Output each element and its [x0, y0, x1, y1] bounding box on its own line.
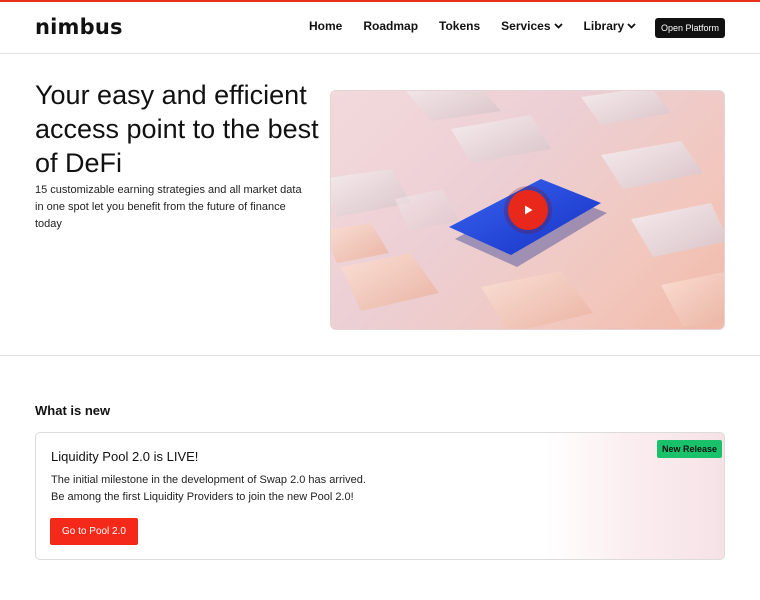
chevron-down-icon [627, 23, 636, 29]
news-card: Liquidity Pool 2.0 is LIVE! The initial … [35, 432, 725, 560]
nav-item-roadmap[interactable]: Roadmap [363, 19, 418, 33]
nav-item-home[interactable]: Home [309, 19, 342, 33]
nav-home-label: Home [309, 19, 343, 33]
nav-roadmap-label: Roadmap [363, 19, 419, 33]
hero-video[interactable] [330, 90, 725, 330]
play-icon [525, 205, 533, 215]
news-card-title: Liquidity Pool 2.0 is LIVE! [51, 449, 199, 464]
nav-item-tokens[interactable]: Tokens [439, 19, 480, 33]
open-platform-button[interactable]: Open Platform [655, 18, 725, 38]
section-heading-whats-new: What is new [35, 403, 111, 418]
chevron-down-icon [553, 23, 563, 29]
go-to-pool-button[interactable]: Go to Pool 2.0 [50, 518, 138, 545]
new-release-badge: New Release [657, 440, 723, 458]
nav-library-label: Library [583, 19, 625, 33]
hero-section: Your easy and efficient access point to … [0, 54, 760, 356]
hero-subtitle: 15 customizable earning strategies and a… [35, 184, 302, 230]
nav-services-label: Services [501, 19, 551, 33]
video-play-button[interactable] [508, 190, 548, 230]
nav-item-library[interactable]: Library [584, 19, 637, 33]
nav-item-services[interactable]: Services [501, 19, 563, 33]
news-card-text: The initial milestone in the development… [51, 474, 366, 503]
nav-tokens-label: Tokens [439, 19, 481, 33]
top-navigation: nimbus Home Roadmap Tokens Services Libr… [0, 2, 760, 54]
logo[interactable]: nimbus [35, 15, 123, 39]
hero-title: Your easy and efficient access point to … [35, 80, 319, 178]
main-menu: Home Roadmap Tokens Services Library [309, 19, 679, 33]
